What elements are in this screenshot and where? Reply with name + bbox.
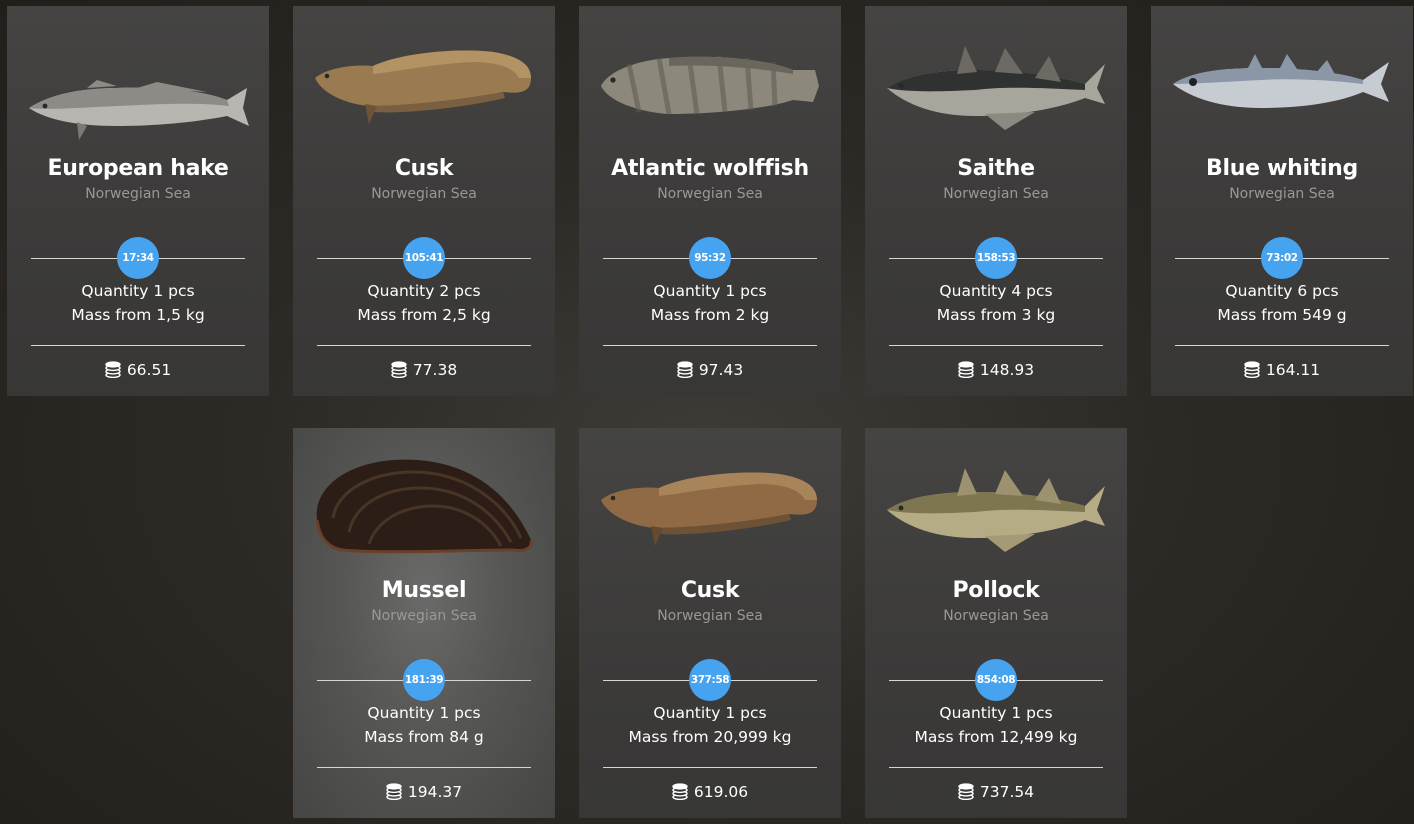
divider	[889, 767, 1103, 768]
divider	[317, 345, 531, 346]
region-label: Norwegian Sea	[657, 608, 763, 624]
catch-card[interactable]: Cusk Norwegian Sea 377:58 Quantity 1 pcs…	[579, 428, 841, 818]
region-label: Norwegian Sea	[943, 608, 1049, 624]
price-value: 737.54	[979, 783, 1035, 801]
price-value: 148.93	[979, 361, 1035, 379]
timer-badge: 854:08	[975, 659, 1017, 701]
region-label: Norwegian Sea	[1229, 186, 1335, 202]
timer-badge: 181:39	[403, 659, 445, 701]
timer-badge: 17:34	[117, 237, 159, 279]
species-name: Blue whiting	[1206, 156, 1358, 181]
price-row: 148.93	[865, 361, 1127, 379]
price-value: 194.37	[407, 783, 463, 801]
mass-label: Mass from 1,5 kg	[71, 306, 205, 324]
divider	[603, 767, 817, 768]
region-label: Norwegian Sea	[943, 186, 1049, 202]
timer-badge: 105:41	[403, 237, 445, 279]
species-name: Cusk	[394, 156, 454, 181]
mass-label: Mass from 12,499 kg	[914, 728, 1078, 746]
quantity-label: Quantity 1 pcs	[653, 704, 767, 722]
saithe-image	[865, 34, 1127, 144]
species-name: European hake	[47, 156, 229, 181]
price-row: 619.06	[579, 783, 841, 801]
mass-label: Mass from 3 kg	[936, 306, 1056, 324]
catch-card[interactable]: Pollock Norwegian Sea 854:08 Quantity 1 …	[865, 428, 1127, 818]
price-value: 66.51	[126, 361, 172, 379]
cusk-image	[579, 456, 841, 566]
price-row: 194.37	[293, 783, 555, 801]
blue-whiting-image	[1151, 34, 1413, 144]
quantity-label: Quantity 1 pcs	[653, 282, 767, 300]
mass-label: Mass from 84 g	[364, 728, 484, 746]
coins-icon	[958, 361, 974, 378]
mass-label: Mass from 2 kg	[650, 306, 770, 324]
price-row: 77.38	[293, 361, 555, 379]
divider	[31, 345, 245, 346]
catch-card[interactable]: European hake Norwegian Sea 17:34 Quanti…	[7, 6, 269, 396]
quantity-label: Quantity 1 pcs	[367, 704, 481, 722]
european-hake-image	[7, 34, 269, 144]
mussel-image	[293, 450, 555, 560]
species-name: Saithe	[957, 156, 1035, 181]
region-label: Norwegian Sea	[371, 186, 477, 202]
price-value: 97.43	[698, 361, 744, 379]
coins-icon	[1244, 361, 1260, 378]
quantity-label: Quantity 4 pcs	[939, 282, 1053, 300]
species-name: Atlantic wolffish	[611, 156, 809, 181]
quantity-label: Quantity 1 pcs	[81, 282, 195, 300]
price-row: 66.51	[7, 361, 269, 379]
region-label: Norwegian Sea	[371, 608, 477, 624]
atlantic-wolffish-image	[579, 34, 841, 144]
pollock-image	[865, 456, 1127, 566]
price-row: 97.43	[579, 361, 841, 379]
catch-card[interactable]: Cusk Norwegian Sea 105:41 Quantity 2 pcs…	[293, 6, 555, 396]
species-name: Cusk	[680, 578, 740, 603]
species-name: Mussel	[381, 578, 467, 603]
divider	[889, 345, 1103, 346]
timer-badge: 377:58	[689, 659, 731, 701]
catch-card[interactable]: Mussel Norwegian Sea 181:39 Quantity 1 p…	[293, 428, 555, 818]
mass-label: Mass from 2,5 kg	[357, 306, 491, 324]
coins-icon	[958, 783, 974, 800]
price-row: 737.54	[865, 783, 1127, 801]
price-row: 164.11	[1151, 361, 1413, 379]
region-label: Norwegian Sea	[657, 186, 763, 202]
coins-icon	[391, 361, 407, 378]
coins-icon	[386, 783, 402, 800]
divider	[1175, 345, 1389, 346]
divider	[603, 345, 817, 346]
mass-label: Mass from 20,999 kg	[628, 728, 792, 746]
cusk-image	[293, 34, 555, 144]
price-value: 77.38	[412, 361, 458, 379]
quantity-label: Quantity 6 pcs	[1225, 282, 1339, 300]
mass-label: Mass from 549 g	[1217, 306, 1347, 324]
catch-card[interactable]: Atlantic wolffish Norwegian Sea 95:32 Qu…	[579, 6, 841, 396]
quantity-label: Quantity 1 pcs	[939, 704, 1053, 722]
coins-icon	[105, 361, 121, 378]
price-value: 164.11	[1265, 361, 1321, 379]
species-name: Pollock	[952, 578, 1040, 603]
timer-badge: 73:02	[1261, 237, 1303, 279]
coins-icon	[677, 361, 693, 378]
timer-badge: 158:53	[975, 237, 1017, 279]
catch-card[interactable]: Blue whiting Norwegian Sea 73:02 Quantit…	[1151, 6, 1413, 396]
divider	[317, 767, 531, 768]
price-value: 619.06	[693, 783, 749, 801]
catch-card[interactable]: Saithe Norwegian Sea 158:53 Quantity 4 p…	[865, 6, 1127, 396]
coins-icon	[672, 783, 688, 800]
timer-badge: 95:32	[689, 237, 731, 279]
region-label: Norwegian Sea	[85, 186, 191, 202]
quantity-label: Quantity 2 pcs	[367, 282, 481, 300]
